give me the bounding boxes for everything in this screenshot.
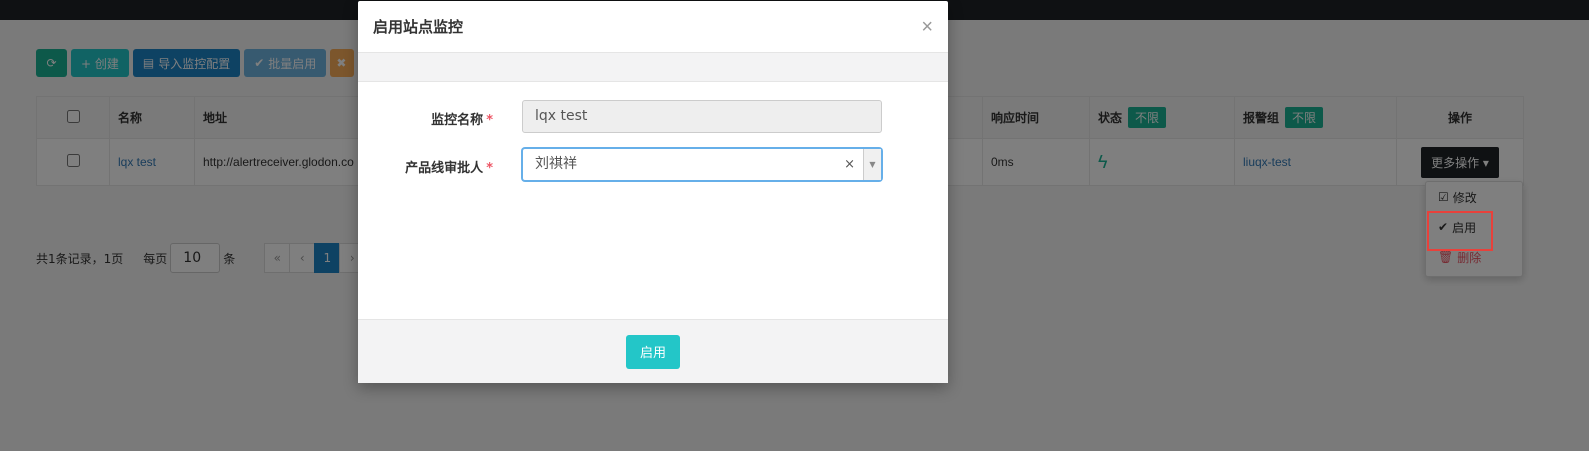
modal-title: 启用站点监控: [373, 18, 464, 36]
required-mark: *: [486, 161, 493, 176]
modal-subheader: [358, 53, 948, 82]
approver-row: 产品线审批人 * 刘祺祥 × ▼: [358, 148, 948, 182]
close-icon[interactable]: ×: [921, 17, 933, 37]
monitor-name-label: 监控名称 *: [431, 109, 493, 128]
approver-selected-value: 刘祺祥: [535, 156, 577, 172]
monitor-name-row: 监控名称 * lqx test: [358, 100, 948, 134]
enable-submit-button[interactable]: 启用: [626, 334, 680, 369]
monitor-name-label-text: 监控名称: [431, 113, 484, 128]
approver-select[interactable]: 刘祺祥 × ▼: [522, 148, 882, 181]
modal-header: 启用站点监控 ×: [358, 1, 948, 53]
approver-label-text: 产品线审批人: [405, 161, 484, 176]
approver-label: 产品线审批人 *: [405, 157, 493, 176]
chevron-down-icon[interactable]: ▼: [863, 149, 881, 180]
required-mark: *: [486, 113, 493, 128]
monitor-name-field[interactable]: lqx test: [522, 100, 882, 133]
modal-footer: 启用: [358, 319, 948, 383]
clear-selection-icon[interactable]: ×: [844, 149, 855, 180]
enable-monitor-modal: 启用站点监控 × 监控名称 * lqx test 产品线审批人 * 刘祺祥 × ▼ …: [358, 1, 948, 383]
